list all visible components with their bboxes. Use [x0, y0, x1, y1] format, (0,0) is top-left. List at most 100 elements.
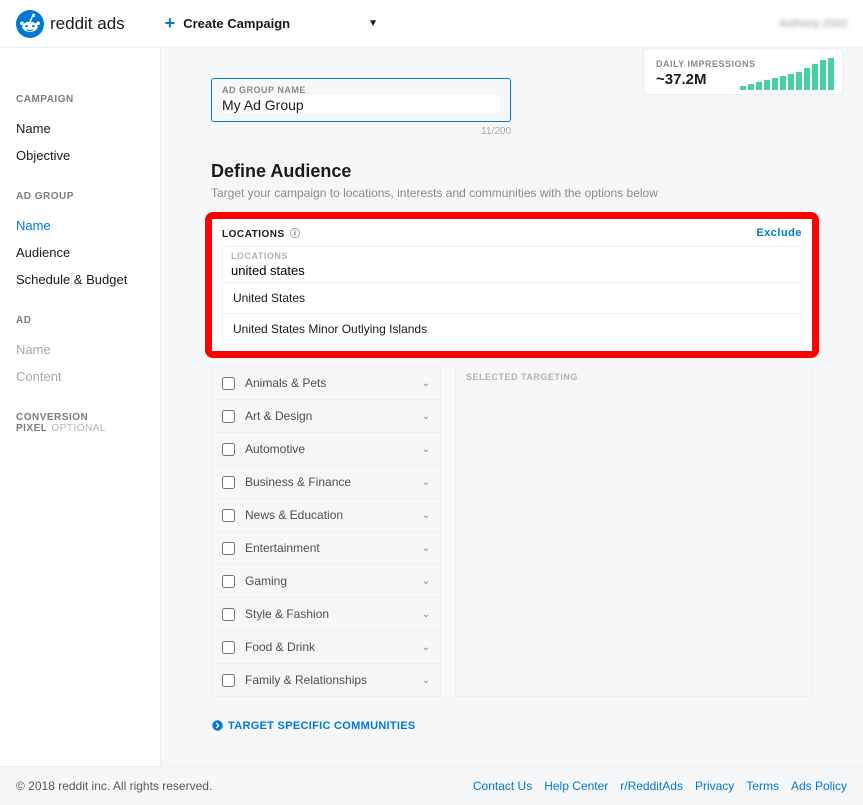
- footer-link-privacy[interactable]: Privacy: [695, 779, 734, 793]
- footer: © 2018 reddit inc. All rights reserved. …: [0, 766, 863, 805]
- impressions-bars: [740, 58, 834, 90]
- location-result[interactable]: United States Minor Outlying Islands: [223, 313, 801, 344]
- create-campaign-label: Create Campaign: [183, 16, 290, 31]
- interest-row[interactable]: Food & Drink ⌄: [212, 630, 440, 663]
- interest-row[interactable]: News & Education ⌄: [212, 498, 440, 531]
- interest-label: Automotive: [245, 442, 305, 456]
- interest-row[interactable]: Animals & Pets ⌄: [212, 366, 440, 399]
- impression-bar: [804, 68, 810, 90]
- footer-link-r-redditads[interactable]: r/RedditAds: [620, 779, 683, 793]
- user-menu[interactable]: Anthony 2003: [779, 18, 847, 30]
- locations-input-label: LOCATIONS: [231, 251, 793, 261]
- interest-row[interactable]: Automotive⌄: [212, 432, 440, 465]
- sidebar-section-title: AD GROUP: [16, 191, 160, 202]
- locations-header: LOCATIONS ⓘ: [222, 225, 300, 240]
- footer-links: Contact Us Help Center r/RedditAds Privacy T…: [473, 779, 847, 793]
- interest-checkbox[interactable]: [222, 509, 235, 522]
- impression-bar: [788, 74, 794, 90]
- interest-row[interactable]: Entertainment⌄: [212, 531, 440, 564]
- create-campaign-button[interactable]: + Create Campaign ▼: [165, 13, 378, 34]
- sidebar-item-name: Name: [16, 336, 160, 363]
- locations-input[interactable]: [231, 261, 793, 278]
- ad-group-name-field[interactable]: AD GROUP NAME: [211, 78, 511, 122]
- main-content: DAILY IMPRESSIONS ~37.2M Enter the name …: [160, 48, 863, 766]
- sidebar-item-objective[interactable]: Objective: [16, 142, 160, 169]
- reddit-icon: [16, 10, 44, 38]
- sidebar-item-schedule-budget[interactable]: Schedule & Budget: [16, 266, 160, 293]
- selected-targeting-panel: SELECTED TARGETING: [455, 366, 813, 697]
- chevron-down-icon: ⌄: [422, 609, 430, 620]
- interest-label: Business & Finance: [245, 475, 351, 489]
- chevron-down-icon: ⌄: [422, 543, 430, 554]
- impression-bar: [748, 84, 754, 90]
- interest-label: News & Education: [245, 508, 343, 522]
- footer-link-terms[interactable]: Terms: [746, 779, 779, 793]
- interest-row[interactable]: Gaming ⌄: [212, 564, 440, 597]
- top-bar: reddit ads + Create Campaign ▼ Anthony 2…: [0, 0, 863, 48]
- locations-panel: LOCATIONS ⓘ Exclude LOCATIONS United Sta…: [205, 212, 819, 358]
- exclude-link[interactable]: Exclude: [756, 227, 802, 239]
- interest-row[interactable]: Business & Finance ⌄: [212, 465, 440, 498]
- sidebar-item-name[interactable]: Name: [16, 212, 160, 239]
- impression-bar: [796, 72, 802, 90]
- sidebar-item-name[interactable]: Name: [16, 115, 160, 142]
- char-count: 11/200: [211, 126, 511, 137]
- chevron-down-icon: ⌄: [422, 576, 430, 587]
- interest-label: Family & Relationships: [245, 673, 367, 687]
- selected-targeting-label: SELECTED TARGETING: [456, 372, 812, 382]
- interest-row[interactable]: Style & Fashion⌄: [212, 597, 440, 630]
- help-icon[interactable]: ⓘ: [290, 229, 301, 240]
- interest-checkbox[interactable]: [222, 476, 235, 489]
- interest-checkbox[interactable]: [222, 542, 235, 555]
- sidebar-item-audience[interactable]: Audience: [16, 239, 160, 266]
- impressions-card: DAILY IMPRESSIONS ~37.2M: [643, 48, 843, 95]
- interest-checkbox[interactable]: [222, 641, 235, 654]
- ad-group-name-label: AD GROUP NAME: [222, 85, 500, 95]
- locations-dropdown: United StatesUnited States Minor Outlyin…: [222, 283, 802, 345]
- chevron-down-icon: ⌄: [422, 477, 430, 488]
- conversion-pixel-heading: CONVERSION PIXELOPTIONAL: [16, 412, 160, 434]
- impression-bar: [764, 80, 770, 90]
- impression-bar: [772, 78, 778, 90]
- brand-text: reddit ads: [50, 14, 125, 34]
- interest-checkbox[interactable]: [222, 410, 235, 423]
- chevron-down-icon: ⌄: [422, 642, 430, 653]
- impression-bar: [820, 60, 826, 90]
- impression-bar: [828, 58, 834, 90]
- interest-checkbox[interactable]: [222, 443, 235, 456]
- interest-row[interactable]: Family & Relationships ⌄: [212, 663, 440, 696]
- sidebar-section-title: AD: [16, 315, 160, 326]
- footer-link-ads-policy[interactable]: Ads Policy: [791, 779, 847, 793]
- location-result[interactable]: United States: [223, 283, 801, 313]
- sidebar: CAMPAIGNNameObjectiveAD GROUPNameAudienc…: [0, 48, 160, 766]
- chevron-down-icon: ⌄: [422, 510, 430, 521]
- target-communities-link[interactable]: TARGET SPECIFIC COMMUNITIES: [211, 719, 416, 732]
- sidebar-section-title: CAMPAIGN: [16, 94, 160, 105]
- interest-checkbox[interactable]: [222, 674, 235, 687]
- define-audience-subtitle: Target your campaign to locations, inter…: [211, 186, 813, 200]
- brand-logo[interactable]: reddit ads: [16, 10, 125, 38]
- caret-down-icon: ▼: [368, 18, 378, 29]
- chevron-down-icon: ⌄: [422, 378, 430, 389]
- interest-row[interactable]: Art & Design ⌄: [212, 399, 440, 432]
- define-audience-title: Define Audience: [211, 161, 813, 182]
- locations-input-wrap[interactable]: LOCATIONS: [222, 246, 802, 283]
- interest-checkbox[interactable]: [222, 377, 235, 390]
- chevron-down-icon: ⌄: [422, 411, 430, 422]
- impression-bar: [780, 76, 786, 90]
- interests-list: Animals & Pets⌄Art & Design⌄Automotive⌄B…: [211, 366, 441, 697]
- interest-label: Art & Design: [245, 409, 312, 423]
- footer-link-help-center[interactable]: Help Center: [544, 779, 608, 793]
- impression-bar: [812, 64, 818, 90]
- interest-checkbox[interactable]: [222, 575, 235, 588]
- interest-label: Gaming: [245, 574, 287, 588]
- ad-group-name-input[interactable]: [222, 95, 500, 113]
- sidebar-item-content: Content: [16, 363, 160, 390]
- copyright: © 2018 reddit inc. All rights reserved.: [16, 779, 212, 793]
- interest-label: Animals & Pets: [245, 376, 326, 390]
- footer-link-contact-us[interactable]: Contact Us: [473, 779, 532, 793]
- chevron-down-icon: ⌄: [422, 675, 430, 686]
- interest-label: Food & Drink: [245, 640, 315, 654]
- impression-bar: [756, 82, 762, 90]
- impression-bar: [740, 86, 746, 90]
